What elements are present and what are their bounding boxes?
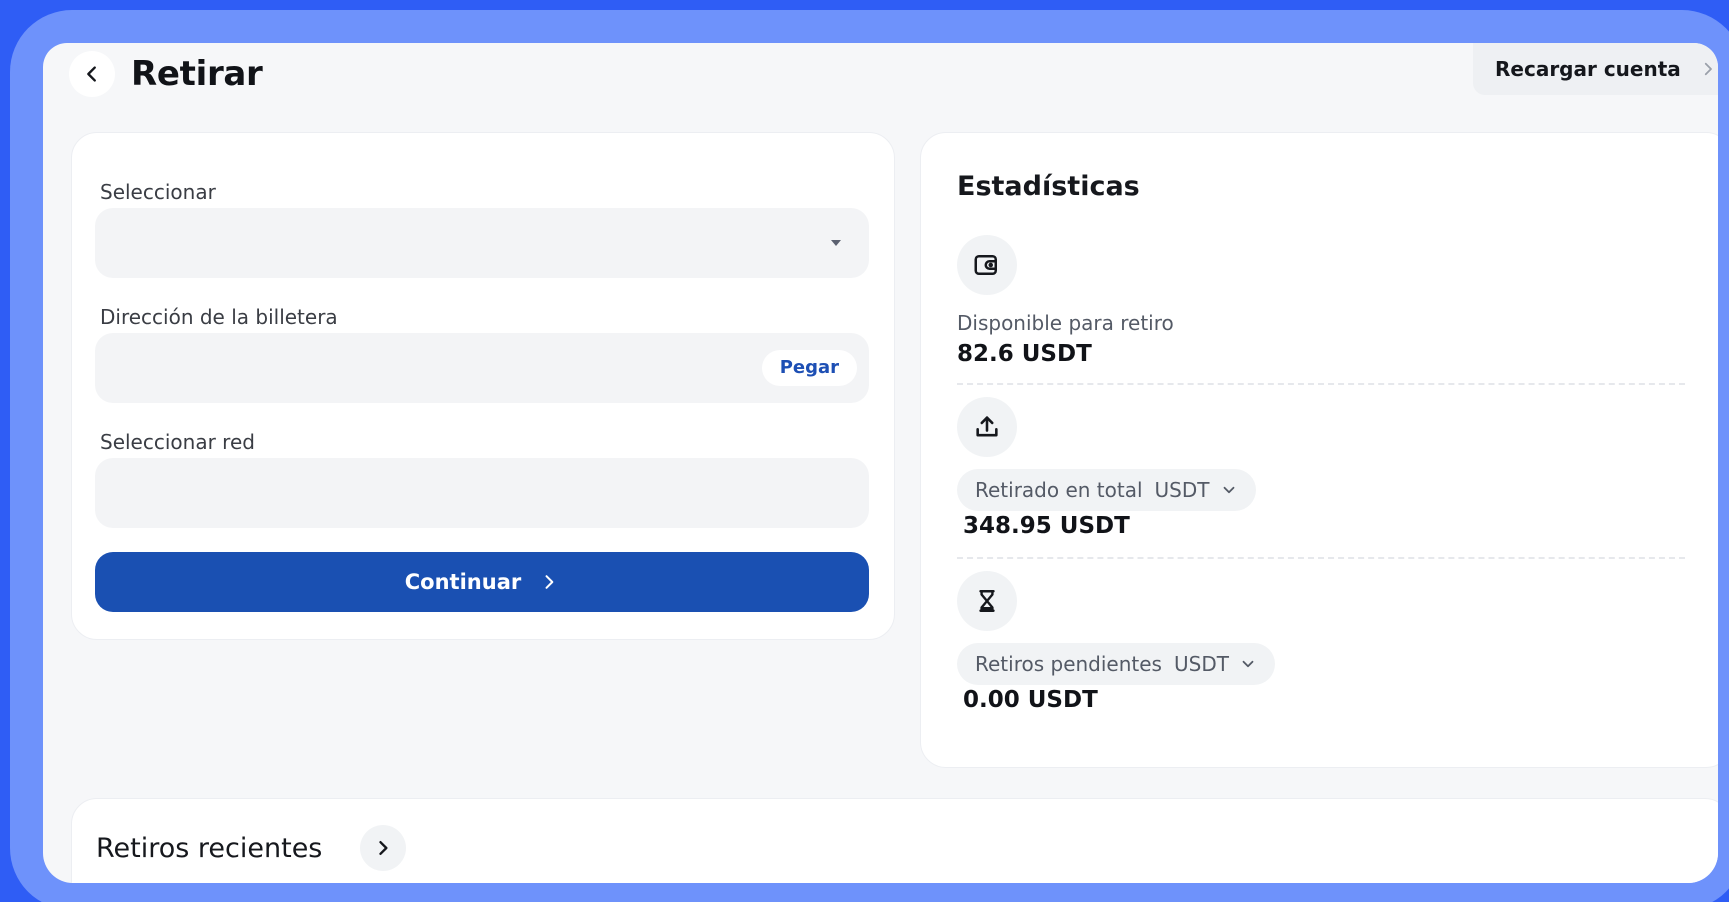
divider xyxy=(957,557,1685,559)
recent-withdrawals-card: Retiros recientes xyxy=(71,798,1718,883)
available-value: 82.6 USDT xyxy=(957,341,1092,367)
currency-select[interactable] xyxy=(95,208,869,278)
divider xyxy=(957,383,1685,385)
recent-withdrawals-open-button[interactable] xyxy=(360,825,406,871)
withdrawn-unit: USDT xyxy=(1154,478,1210,502)
available-label: Disponible para retiro xyxy=(957,311,1174,335)
wallet-address-input[interactable]: Pegar xyxy=(95,333,869,403)
upload-icon xyxy=(957,397,1017,457)
chevron-down-icon xyxy=(1220,481,1238,499)
chevron-right-icon xyxy=(379,841,388,855)
network-select[interactable] xyxy=(95,458,869,528)
chevron-right-icon xyxy=(1699,60,1717,78)
continue-label: Continuar xyxy=(404,570,522,594)
recent-withdrawals-title: Retiros recientes xyxy=(96,833,323,864)
hourglass-icon xyxy=(957,571,1017,631)
chevron-left-icon xyxy=(87,66,96,82)
withdraw-form-card: Seleccionar Dirección de la billetera Pe… xyxy=(71,132,895,640)
app-screen: Retirar Recargar cuenta Seleccionar Dire… xyxy=(43,43,1718,883)
back-button[interactable] xyxy=(69,51,115,97)
page-title: Retirar xyxy=(131,54,263,94)
network-select-label: Seleccionar red xyxy=(100,430,255,454)
recharge-label: Recargar cuenta xyxy=(1495,57,1681,81)
chevron-down-icon xyxy=(1239,655,1257,673)
select-label: Seleccionar xyxy=(100,180,216,204)
withdrawn-value: 348.95 USDT xyxy=(963,513,1130,539)
wallet-address-label: Dirección de la billetera xyxy=(100,305,338,329)
recharge-account-button[interactable]: Recargar cuenta xyxy=(1473,43,1718,95)
pending-unit: USDT xyxy=(1173,652,1229,676)
paste-button[interactable]: Pegar xyxy=(761,350,857,386)
wallet-icon xyxy=(957,235,1017,295)
chevron-right-icon xyxy=(539,572,559,592)
caret-down-icon xyxy=(831,240,841,246)
statistics-title: Estadísticas xyxy=(957,171,1140,202)
pending-label: Retiros pendientes xyxy=(975,652,1162,676)
withdrawn-label: Retirado en total xyxy=(975,478,1143,502)
pending-withdrawals-toggle[interactable]: Retiros pendientes USDT xyxy=(957,643,1275,685)
pending-value: 0.00 USDT xyxy=(963,687,1098,713)
device-frame: Retirar Recargar cuenta Seleccionar Dire… xyxy=(10,10,1729,902)
statistics-card: Estadísticas Disponible para retiro 82.6… xyxy=(920,132,1718,768)
continue-button[interactable]: Continuar xyxy=(95,552,869,612)
withdrawn-total-toggle[interactable]: Retirado en total USDT xyxy=(957,469,1256,511)
